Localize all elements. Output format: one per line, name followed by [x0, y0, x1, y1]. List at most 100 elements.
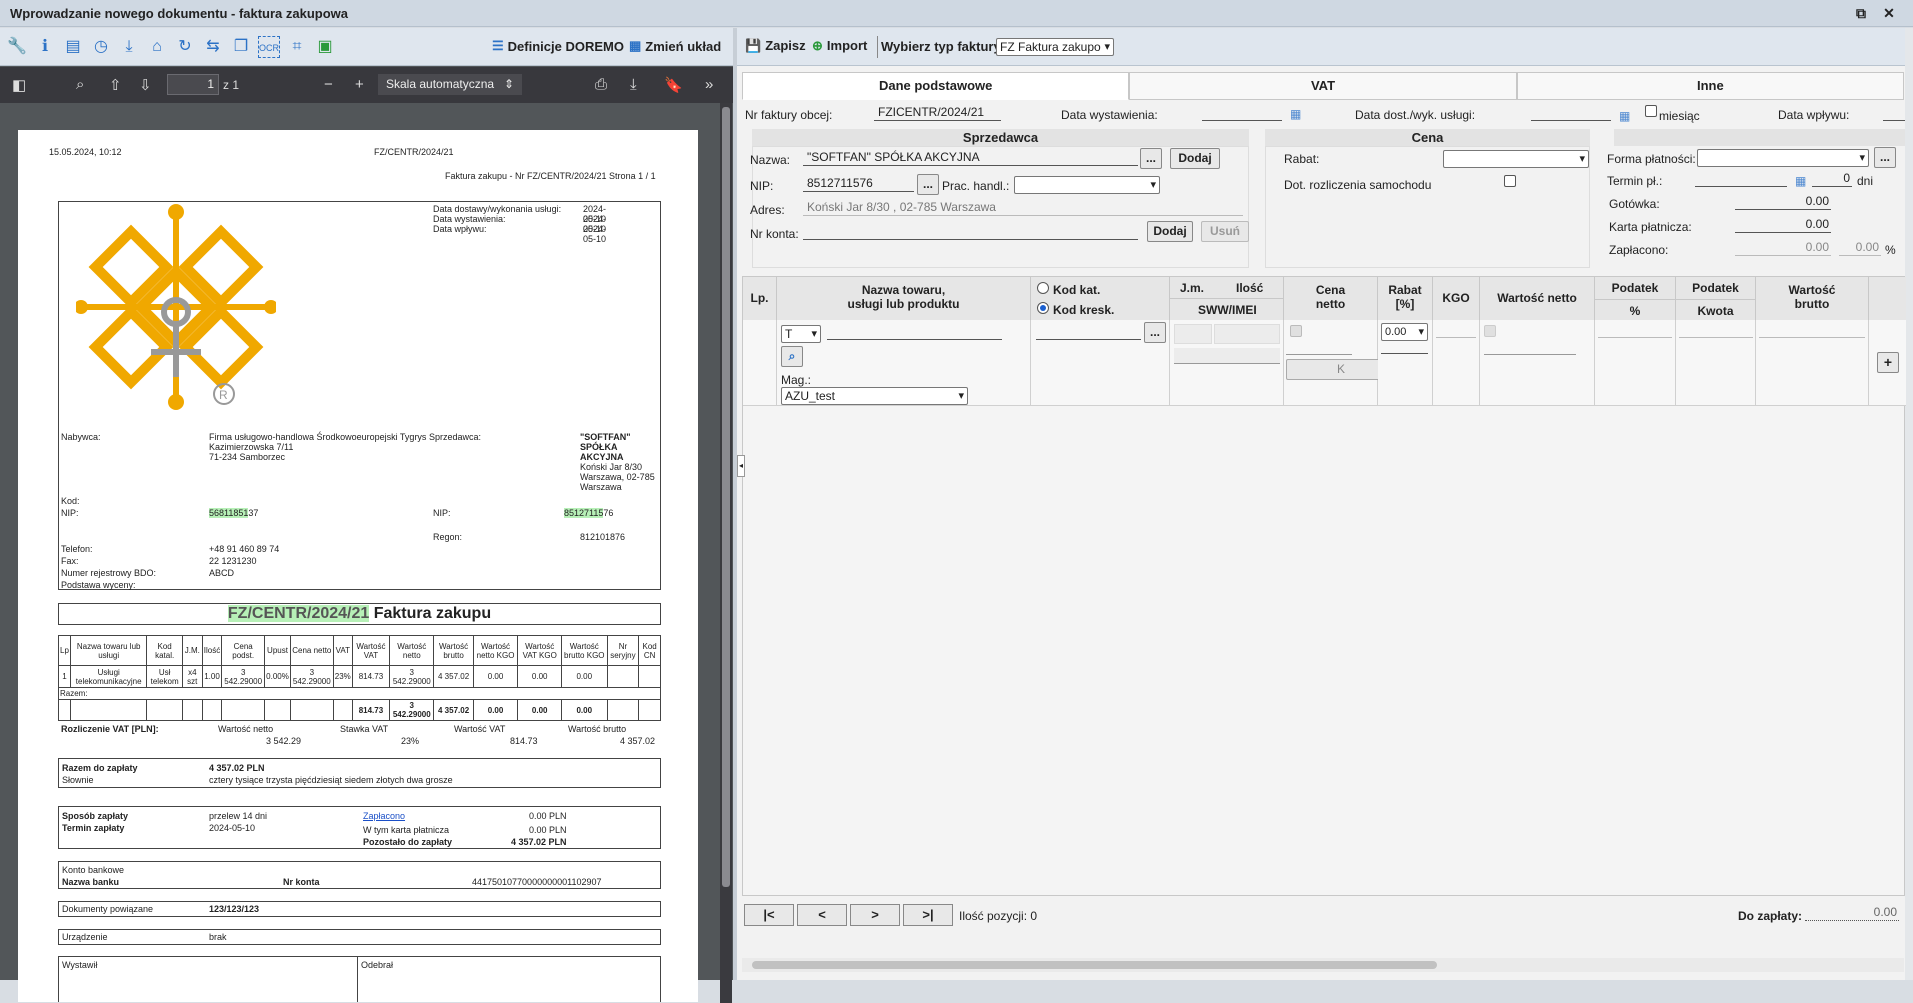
nip-lookup-button[interactable]: ...	[917, 174, 939, 195]
rabat-select[interactable]	[1443, 150, 1589, 168]
mag-select[interactable]: AZU_test	[781, 387, 968, 405]
prev-page-button[interactable]: <	[797, 904, 847, 926]
kgo-input[interactable]	[1436, 324, 1476, 338]
ocr-icon[interactable]: OCR	[258, 35, 280, 58]
item-type-select[interactable]: T	[781, 325, 821, 343]
data-wplywu-input[interactable]	[1883, 105, 1905, 121]
last-page-button[interactable]: >|	[903, 904, 953, 926]
item-qty-input[interactable]	[1214, 324, 1280, 344]
home-icon[interactable]: ⌂	[146, 36, 168, 58]
nr-konta-input[interactable]	[803, 224, 1138, 240]
doremo-definitions-button[interactable]: ☰ Definicje DOREMO	[492, 38, 624, 54]
dodaj-konto-button[interactable]: Dodaj	[1147, 221, 1193, 242]
forma-lookup-button[interactable]: ...	[1874, 147, 1896, 168]
scrollbar-thumb[interactable]	[752, 961, 1437, 969]
zoom-select[interactable]: Skala automatyczna ⇕	[378, 74, 522, 95]
miesiac-checkbox[interactable]	[1645, 105, 1657, 117]
forma-platnosci-select[interactable]	[1697, 149, 1869, 167]
kod-kat-radio[interactable]	[1037, 282, 1049, 294]
rabat-item-input[interactable]	[1381, 346, 1428, 354]
import-button[interactable]: ⊕ Import	[812, 38, 867, 54]
save-image-icon[interactable]: ▣	[314, 36, 336, 58]
item-name-input[interactable]	[827, 324, 1002, 340]
form-tabs: Dane podstawowe VAT Inne	[742, 72, 1904, 100]
nazwa-lookup-button[interactable]: ...	[1140, 148, 1162, 169]
data-wystawienia-input[interactable]	[1202, 105, 1282, 121]
panel-splitter[interactable]	[733, 28, 737, 980]
download-icon[interactable]: ⤓	[118, 36, 140, 58]
updown-icon: ⇕	[503, 77, 514, 91]
item-search-button[interactable]: ⌕	[781, 346, 803, 367]
save-button[interactable]: 💾 Zapisz	[745, 38, 806, 54]
window-icon[interactable]: ▤	[62, 36, 84, 58]
close-icon[interactable]: ✕	[1880, 4, 1898, 22]
rabat-item-select[interactable]: 0.00	[1381, 323, 1428, 341]
info-icon[interactable]: ℹ	[34, 36, 56, 58]
dodaj-sprzedawca-button[interactable]: Dodaj	[1170, 148, 1220, 169]
save-icon[interactable]: ⤓	[630, 76, 637, 93]
prac-handl-select[interactable]	[1014, 176, 1160, 194]
usun-konto-button[interactable]: Usuń	[1201, 221, 1249, 242]
zoom-in-icon[interactable]: +	[355, 76, 364, 93]
adres-input[interactable]: Koński Jar 8/30 , 02-785 Warszawa	[803, 200, 1243, 216]
nazwa-input[interactable]: "SOFTFAN" SPÓŁKA AKCYJNA	[803, 150, 1138, 166]
karta-input[interactable]: 0.00	[1735, 217, 1831, 233]
pdf-page: 15.05.2024, 10:12 FZ/CENTR/2024/21 Faktu…	[18, 130, 698, 1002]
gotowka-input[interactable]: 0.00	[1735, 194, 1831, 210]
next-page-button[interactable]: >	[850, 904, 900, 926]
calendar-icon[interactable]: ▦	[1795, 174, 1806, 188]
bookmark-icon[interactable]: 🔖	[664, 76, 683, 94]
termin-days-input[interactable]: 0	[1812, 171, 1852, 187]
pdf-vertical-scrollbar[interactable]	[720, 103, 732, 1003]
tab-dane-podstawowe[interactable]: Dane podstawowe	[742, 72, 1130, 100]
refresh-icon[interactable]: ↻	[174, 36, 196, 58]
scrollbar-thumb[interactable]	[722, 107, 730, 887]
brutto-input[interactable]	[1759, 324, 1865, 338]
data-dostawy-input[interactable]	[1531, 105, 1611, 121]
nr-faktury-input[interactable]: FZICENTR/2024/21	[874, 105, 1001, 121]
item-code-input[interactable]	[1036, 324, 1141, 340]
horizontal-scrollbar[interactable]	[742, 958, 1904, 972]
calendar-icon[interactable]: ▦	[1290, 107, 1301, 121]
kod-kresk-radio[interactable]	[1037, 302, 1049, 314]
zoom-out-icon[interactable]: −	[324, 76, 333, 93]
copy-icon[interactable]: ❐	[230, 36, 252, 58]
podatek-kwota-input[interactable]	[1679, 324, 1753, 338]
termin-date-input[interactable]	[1695, 171, 1787, 187]
more-tools-icon[interactable]: »	[705, 76, 713, 93]
pdf-zaplacono-link[interactable]: Zapłacono	[363, 811, 405, 821]
sidebar-toggle-icon[interactable]: ◧	[12, 76, 26, 94]
zaplacono-pct-input[interactable]: 0.00	[1839, 240, 1881, 256]
nip-input[interactable]: 8512711576	[803, 176, 914, 192]
tab-vat[interactable]: VAT	[1129, 72, 1517, 100]
document-preview-panel: 🔧 ℹ ▤ ◷ ⤓ ⌂ ↻ ⇆ ❐ OCR ⌗ ▣ ☰ Definicje DOR…	[0, 28, 733, 1003]
item-code-lookup-button[interactable]: ...	[1144, 322, 1166, 343]
podatek-pct-input[interactable]	[1598, 324, 1672, 338]
tab-inne[interactable]: Inne	[1516, 72, 1904, 100]
zaplacono-input[interactable]: 0.00	[1735, 240, 1831, 256]
page-number-input[interactable]: 1	[167, 74, 219, 95]
cena-checkbox[interactable]	[1290, 325, 1302, 337]
wartosc-netto-checkbox[interactable]	[1484, 325, 1496, 337]
print-icon[interactable]: ⎙	[595, 76, 607, 93]
swap-icon[interactable]: ⇆	[202, 36, 224, 58]
wartosc-netto-input[interactable]	[1484, 345, 1576, 355]
wrench-icon[interactable]: 🔧	[6, 36, 28, 58]
add-row-button[interactable]: +	[1877, 352, 1899, 373]
search-icon[interactable]: ⌕	[76, 76, 84, 93]
clock-icon[interactable]: ◷	[90, 36, 112, 58]
crop-icon[interactable]: ⌗	[286, 36, 308, 58]
item-jm-input[interactable]	[1174, 324, 1212, 344]
change-layout-button[interactable]: ▦ Zmień układ	[629, 38, 721, 54]
first-page-button[interactable]: |<	[744, 904, 794, 926]
restore-icon[interactable]: ⧉	[1852, 4, 1870, 22]
page-up-icon[interactable]: ⇧	[109, 76, 122, 94]
collapse-panel-icon[interactable]: ◂	[737, 455, 745, 477]
page-down-icon[interactable]: ⇩	[139, 76, 152, 94]
invoice-type-select[interactable]: FZ Faktura zakupo	[996, 38, 1114, 56]
row-lp-cell	[743, 320, 777, 406]
calendar-icon[interactable]: ▦	[1619, 109, 1630, 123]
dot-rozliczenia-checkbox[interactable]	[1504, 175, 1516, 187]
item-sww-input[interactable]	[1174, 348, 1280, 364]
cena-input[interactable]	[1286, 345, 1352, 355]
